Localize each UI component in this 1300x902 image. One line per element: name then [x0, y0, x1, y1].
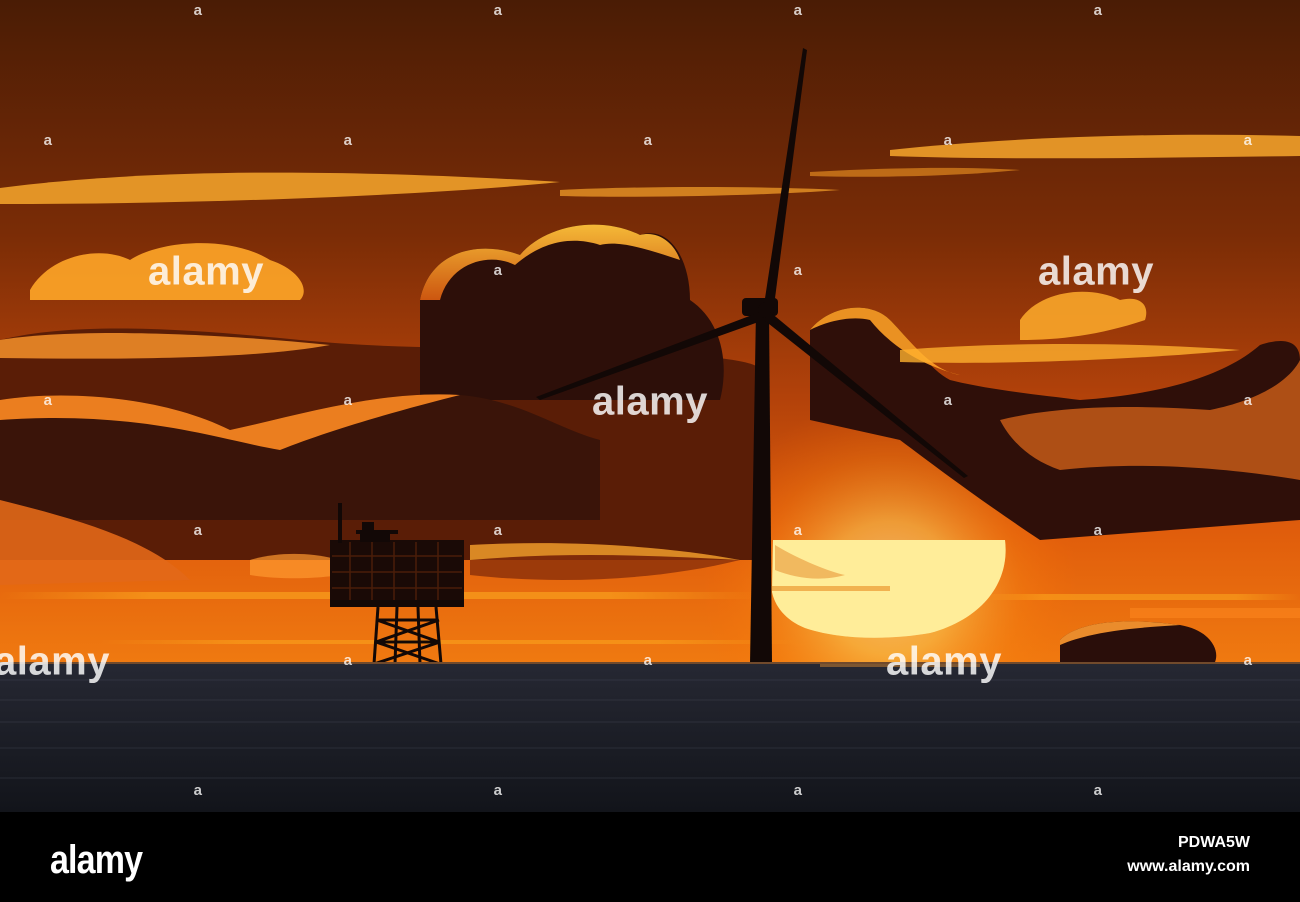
sunset-scene [0, 0, 1300, 812]
photo: a a a a a a a a a a a a a a a a a a a a … [0, 0, 1300, 812]
site-url: www.alamy.com [1127, 858, 1250, 875]
image-id: PDWA5W [1178, 834, 1250, 851]
sea [0, 662, 1300, 812]
footer-bar: alamy PDWA5W www.alamy.com [0, 812, 1300, 902]
brand-logo: alamy [50, 838, 143, 882]
